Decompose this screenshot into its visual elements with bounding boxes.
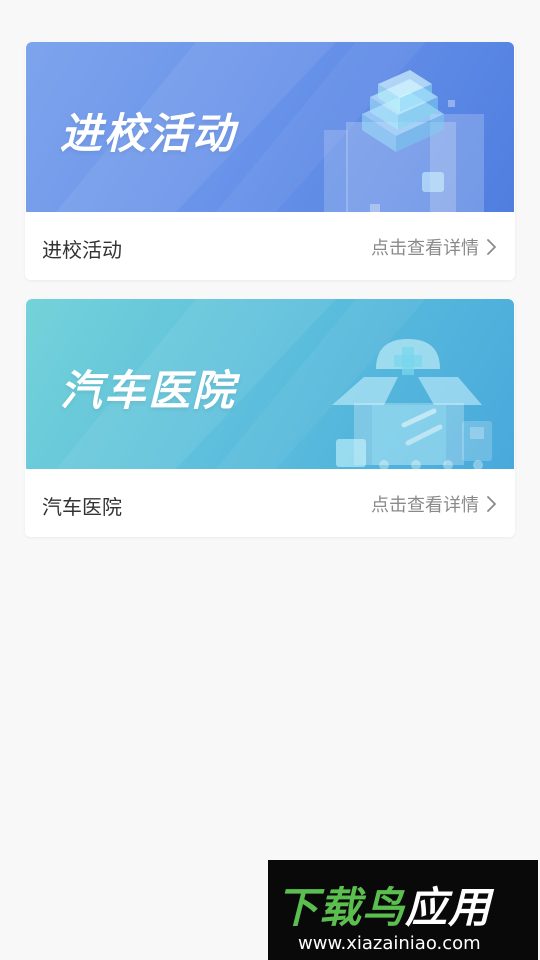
view-details-link[interactable]: 点击查看详情 bbox=[371, 491, 499, 517]
card-footer: 进校活动 点击查看详情 bbox=[25, 212, 515, 280]
chevron-right-icon bbox=[487, 239, 496, 255]
view-details-label: 点击查看详情 bbox=[371, 495, 479, 516]
chevron-right-icon bbox=[487, 496, 496, 512]
watermark-brand-main: 下载鸟 bbox=[276, 883, 406, 932]
watermark: 下载鸟应用 www.xiazainiao.com bbox=[268, 860, 538, 960]
card-footer: 汽车医院 点击查看详情 bbox=[25, 469, 515, 537]
banner-title: 汽车医院 bbox=[60, 366, 237, 415]
view-details-label: 点击查看详情 bbox=[371, 238, 479, 259]
watermark-logo-text: 下载鸟应用 bbox=[276, 874, 530, 935]
banner-title: 进校活动 bbox=[60, 109, 237, 158]
card-title: 进校活动 bbox=[42, 238, 122, 262]
banner-school-activity[interactable]: 进校活动 bbox=[26, 42, 514, 212]
activity-card-school[interactable]: 进校活动 进校活动 点击查看详情 bbox=[25, 42, 515, 280]
watermark-url: www.xiazainiao.com bbox=[298, 933, 481, 954]
watermark-brand-tail: 应用 bbox=[405, 883, 492, 932]
school-building-illustration bbox=[324, 70, 484, 212]
banner-car-hospital[interactable]: 汽车医院 bbox=[26, 299, 514, 469]
activity-card-car-hospital[interactable]: 汽车医院 汽车医院 点击查看详情 bbox=[25, 299, 515, 537]
view-details-link[interactable]: 点击查看详情 bbox=[371, 234, 499, 260]
medical-box-truck-illustration bbox=[332, 339, 492, 469]
card-title: 汽车医院 bbox=[42, 495, 122, 519]
